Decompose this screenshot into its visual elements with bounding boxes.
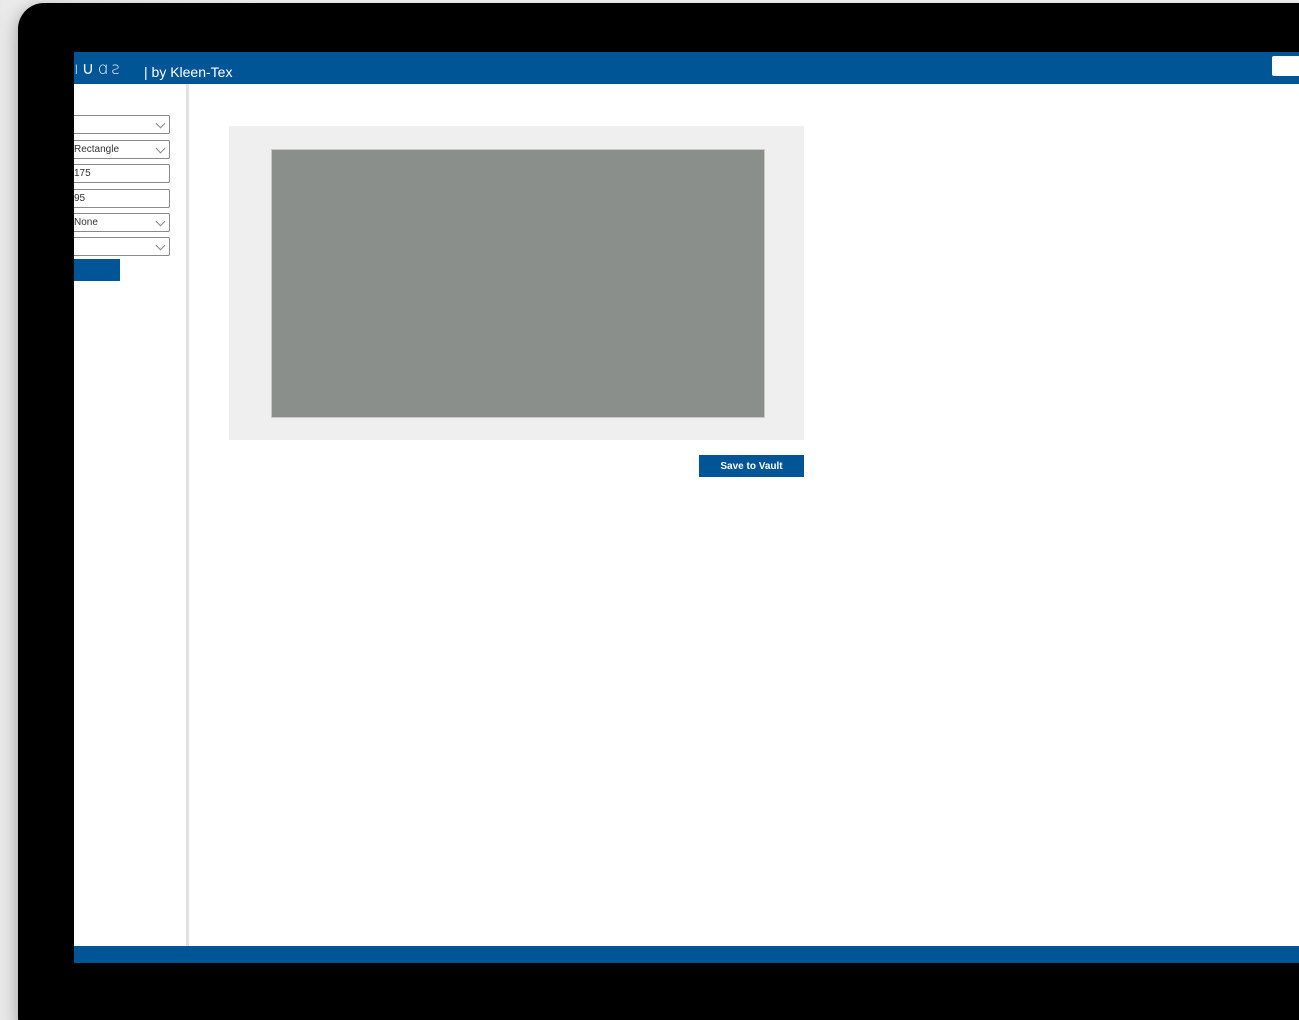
shape-select-value: Rectangle — [74, 144, 120, 155]
brand-logo: ı∪ɑƨ — [74, 59, 123, 79]
chevron-down-icon — [155, 240, 166, 251]
canvas-panel — [229, 126, 804, 440]
width-input-value: 175 — [74, 168, 91, 179]
chevron-down-icon — [155, 143, 166, 154]
chevron-down-icon — [155, 216, 166, 227]
height-input[interactable]: 95 — [74, 189, 170, 208]
select-field-6[interactable] — [74, 237, 170, 256]
canvas-shape-preview[interactable] — [271, 149, 765, 418]
option-select-value: None — [74, 217, 98, 228]
shape-select[interactable]: Rectangle — [74, 140, 170, 159]
option-select[interactable]: None — [74, 213, 170, 232]
page: ı∪ɑƨ | by Kleen-Tex Rectangle 175 95 Non… — [0, 0, 1299, 1020]
select-field-1[interactable] — [74, 115, 170, 134]
width-input[interactable]: 175 — [74, 164, 170, 183]
sidebar: Rectangle 175 95 None — [74, 84, 189, 946]
top-right-control[interactable] — [1272, 56, 1299, 76]
footer-bar — [74, 946, 1299, 963]
app-screen: ı∪ɑƨ | by Kleen-Tex Rectangle 175 95 Non… — [74, 52, 1299, 963]
save-to-vault-button[interactable]: Save to Vault — [699, 455, 804, 477]
height-input-value: 95 — [74, 193, 86, 204]
chevron-down-icon — [155, 118, 166, 129]
brand-by-text: | by Kleen-Tex — [144, 64, 233, 80]
top-bar: ı∪ɑƨ | by Kleen-Tex — [74, 52, 1299, 84]
apply-button[interactable] — [74, 259, 120, 281]
